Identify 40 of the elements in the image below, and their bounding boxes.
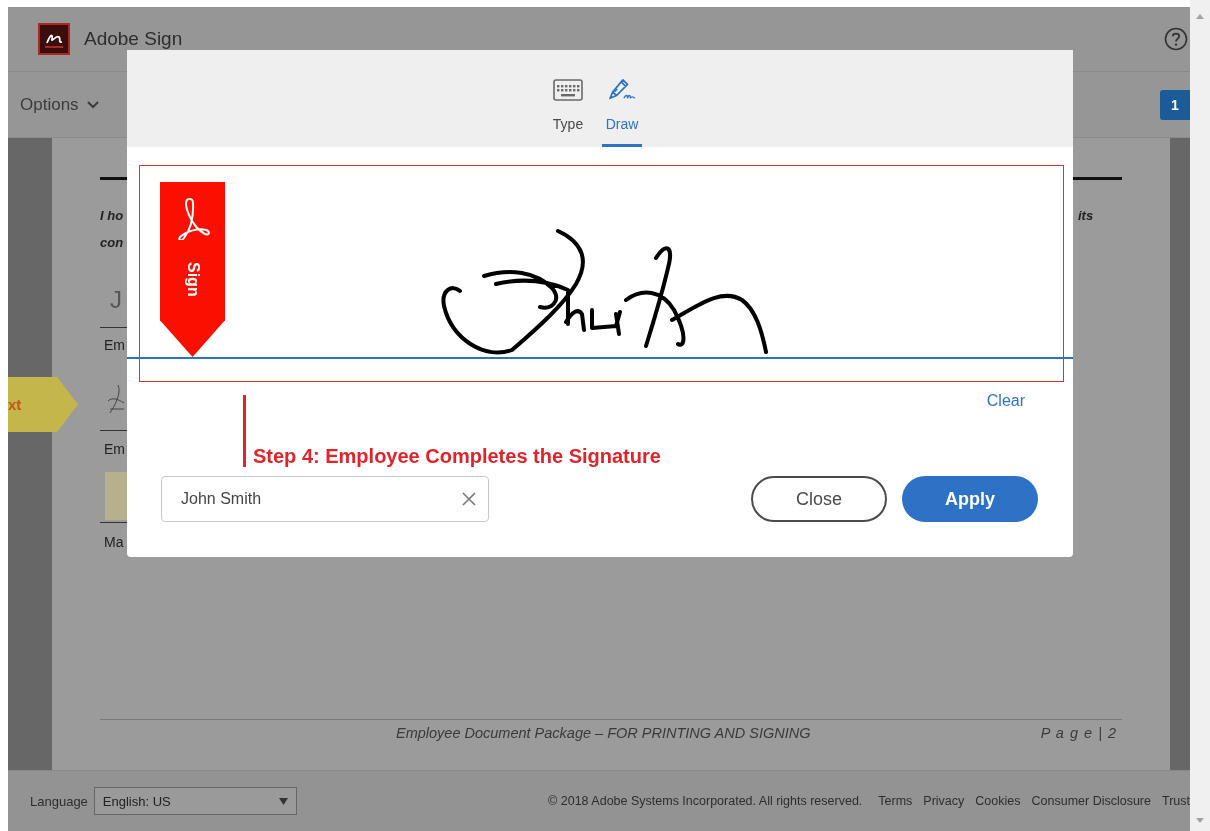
field-label: Ma [104,534,124,550]
annotation-text: Step 4: Employee Completes the Signature [253,444,661,468]
sign-label: Sign [183,262,202,297]
footer-link[interactable]: Cookies [975,794,1021,808]
name-field[interactable]: John Smith [161,476,489,522]
options-menu[interactable]: Options [20,94,99,115]
document-text: I ho [100,208,124,224]
field-label: Em [104,441,125,457]
app-title: Adobe Sign [84,28,183,50]
footer-link[interactable]: Terms [878,794,913,808]
document-text: J [110,285,122,315]
pen-icon [606,78,638,102]
language-select[interactable]: English: US [93,787,297,815]
signature-field[interactable] [105,472,127,520]
app-logo-icon [38,23,70,55]
copyright-text: © 2018 Adobe Systems Incorporated. All rights reserved. [548,794,863,808]
acrobat-logo-icon [175,196,210,240]
document-text: con [100,235,124,251]
tab[interactable]: Draw [602,78,642,147]
footer-link[interactable]: Consumer Disclosure [1031,794,1151,808]
page-footer-text: Employee Document Package – FOR PRINTING AND SIGNING [396,725,811,741]
page-number: P a g e | 2 [1040,725,1117,741]
footer-link[interactable]: Privacy [923,794,965,808]
scroll-down-arrow-icon[interactable] [1196,818,1204,823]
chevron-down-icon [86,100,99,109]
scroll-up-arrow-icon[interactable] [1196,14,1204,19]
help-icon[interactable] [1164,27,1188,51]
document-text: its [1078,208,1094,224]
page-number-badge[interactable]: 1 [1160,89,1190,120]
close-button[interactable]: Close [751,476,887,522]
footer-link[interactable]: Trust [1162,794,1190,808]
apply-button[interactable]: Apply [902,476,1038,522]
dropdown-arrow-icon [278,797,288,805]
tab[interactable]: Type [548,78,588,147]
language-label: Language [30,793,88,809]
leader-line [243,395,246,467]
clear-icon[interactable] [462,492,476,506]
field-label: Em [104,337,125,353]
clear-link[interactable]: Clear [986,392,1025,410]
keyboard-icon [553,78,583,102]
